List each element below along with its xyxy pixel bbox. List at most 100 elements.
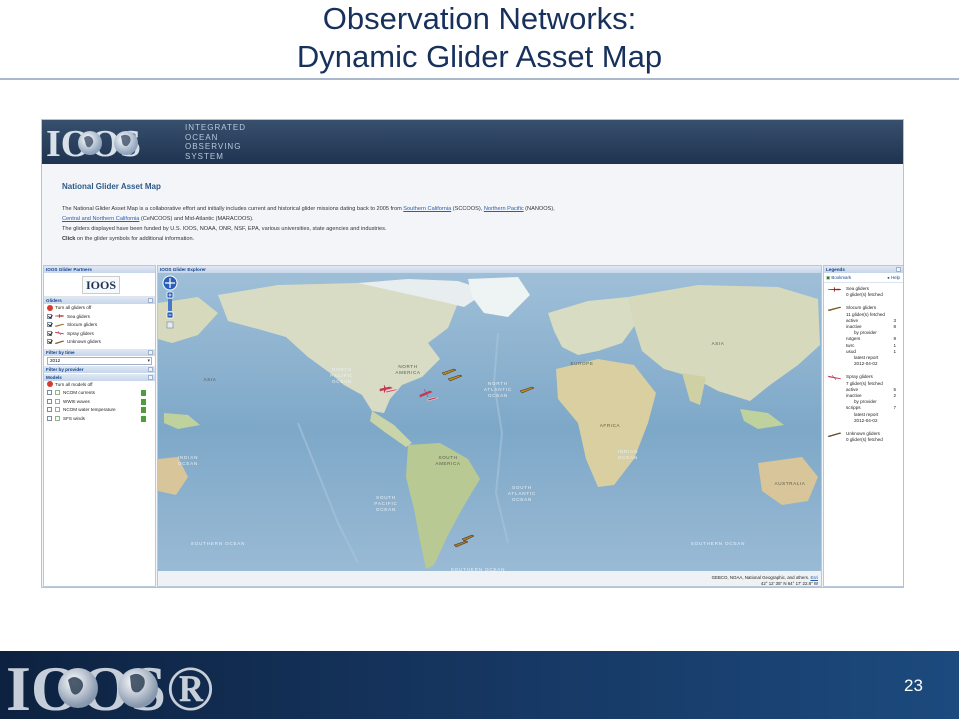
label-asia-left: ASIA xyxy=(204,377,217,382)
label-asia-right: ASIA xyxy=(712,341,725,346)
slide-footer: IOOS® xyxy=(0,651,959,719)
site-header: IOOS INTEGRATED OCEAN OBSERVING SYSTEM xyxy=(42,120,903,164)
turn-off-gliders-button[interactable]: Turn all gliders off xyxy=(44,304,155,313)
slide: Observation Networks: Dynamic Glider Ass… xyxy=(0,0,959,719)
power-off-icon xyxy=(47,381,53,388)
collapse-icon[interactable] xyxy=(148,349,153,355)
spray-glider-icon xyxy=(828,375,841,381)
layer-icon xyxy=(55,398,60,404)
checkbox[interactable] xyxy=(47,339,52,345)
page-number: 23 xyxy=(904,676,923,695)
bookmark-icon: ▣ xyxy=(826,275,831,280)
models-header[interactable]: Models xyxy=(44,373,155,381)
checkbox[interactable] xyxy=(47,322,52,328)
legend-sea-gliders: Sea gliders 0 glider(s) fetched xyxy=(824,283,903,298)
checkbox[interactable] xyxy=(47,398,52,404)
glider-toggle-spray[interactable]: Spray gliders xyxy=(44,330,155,339)
download-icon[interactable] xyxy=(141,407,146,413)
collapse-icon[interactable] xyxy=(148,366,153,372)
glider-map-screenshot: IOOS INTEGRATED OCEAN OBSERVING SYSTEM N… xyxy=(41,119,904,588)
label-north-atlantic: NORTH ATLANTIC OCEAN xyxy=(484,381,512,398)
label-north-pacific: NORTH PACIFIC OCEAN xyxy=(330,367,353,384)
label-indian-ocean-left: INDIAN OCEAN xyxy=(178,455,198,466)
footer-ioos-logo: IOOS® xyxy=(6,653,214,718)
bookmark-button[interactable]: ▣ Bookmark xyxy=(826,275,851,280)
unknown-glider-icon xyxy=(828,432,841,438)
layer-icon xyxy=(55,407,60,413)
filter-provider-header[interactable]: Filter by provider xyxy=(44,365,155,373)
partners-header[interactable]: IOOS Glider Partners xyxy=(44,266,155,273)
site-org-name: INTEGRATED OCEAN OBSERVING SYSTEM xyxy=(185,123,246,161)
label-north-america: NORTH AMERICA xyxy=(395,364,420,375)
link-central-northern-california[interactable]: Central and Northern California xyxy=(62,216,139,222)
link-southern-california[interactable]: Southern California xyxy=(403,206,451,212)
legend-unknown-gliders: Unknown gliders 0 glider(s) fetched xyxy=(824,428,903,443)
footer-logo-text: IOOS® xyxy=(6,653,214,718)
download-icon[interactable] xyxy=(141,390,146,396)
label-southern-ocean-left: SOUTHERN OCEAN xyxy=(191,541,246,546)
link-northern-pacific[interactable]: Northern Pacific xyxy=(484,206,524,212)
label-australia: AUSTRALIA xyxy=(775,481,806,486)
layer-icon xyxy=(55,415,60,421)
legend-slocum-gliders: Slocum gliders 11 glider(s) fetched acti… xyxy=(824,302,903,367)
model-toggle-ncom-currents[interactable]: NCOM currents xyxy=(44,389,155,398)
slocum-glider-icon xyxy=(828,307,841,312)
label-south-america: SOUTH AMERICA xyxy=(435,455,460,466)
glider-toggle-unknown[interactable]: Unknown gliders xyxy=(44,338,155,347)
legend-spray-gliders: Spray gliders 7 glider(s) fetched active… xyxy=(824,371,903,424)
label-africa: AFRICA xyxy=(600,423,621,428)
checkbox[interactable] xyxy=(47,330,52,336)
turn-off-models-button[interactable]: Turn all models off xyxy=(44,381,155,390)
map-attribution: GEBCO, NOAA, National Geographic, and ot… xyxy=(711,575,818,580)
slide-title-line-2: Dynamic Glider Asset Map xyxy=(296,39,663,74)
checkbox[interactable] xyxy=(47,407,52,413)
glider-toggle-sea[interactable]: Sea gliders xyxy=(44,313,155,322)
intro-section: National Glider Asset Map The National G… xyxy=(62,182,882,244)
sea-glider-icon xyxy=(55,314,64,319)
partners-logo[interactable]: IOOS xyxy=(82,276,120,294)
spray-glider-icon xyxy=(55,331,64,336)
gliders-header[interactable]: Gliders xyxy=(44,297,155,304)
world-map[interactable]: NORTH PACIFIC OCEAN NORTH ATLANTIC OCEAN SOU… xyxy=(158,273,821,586)
help-button[interactable]: ● Help xyxy=(887,273,900,283)
slide-title-line-1: Observation Networks: xyxy=(322,1,637,36)
left-panel: IOOS Glider Partners IOOS Gliders Turn a… xyxy=(43,265,156,587)
map-header: IOOS Glider Explorer xyxy=(158,266,821,273)
label-south-pacific: SOUTH PACIFIC OCEAN xyxy=(374,495,397,512)
label-southern-ocean-right: SOUTHERN OCEAN xyxy=(691,541,746,546)
year-select[interactable]: 2012 xyxy=(47,356,152,365)
label-europe: EUROPE xyxy=(570,361,593,366)
legend-panel: Legends ▣ Bookmark ● Help Sea gliders 0 … xyxy=(823,265,903,587)
label-indian-ocean: INDIAN OCEAN xyxy=(618,449,638,460)
collapse-icon[interactable] xyxy=(148,298,153,303)
glider-toggle-slocum[interactable]: Slocum gliders xyxy=(44,321,155,330)
cursor-coordinates: 42° 12' 35" N 64° 17' 22.8" W xyxy=(760,581,818,586)
title-divider xyxy=(0,78,959,80)
checkbox[interactable] xyxy=(47,313,52,319)
model-toggle-wwiii-waves[interactable]: WWIII waves xyxy=(44,398,155,407)
label-southern-ocean-mid: SOUTHERN OCEAN xyxy=(451,567,506,572)
zoom-slider[interactable] xyxy=(168,299,172,311)
filter-time-header[interactable]: Filter by time xyxy=(44,348,155,356)
model-toggle-sfs-winds[interactable]: SFS winds xyxy=(44,415,155,424)
collapse-icon[interactable] xyxy=(896,267,901,272)
slocum-glider-icon xyxy=(55,323,64,327)
layer-switcher-icon[interactable] xyxy=(166,321,174,329)
download-icon[interactable] xyxy=(141,398,146,405)
layer-icon xyxy=(55,390,60,396)
checkbox[interactable] xyxy=(47,390,52,396)
attribution-link[interactable]: Esri xyxy=(810,575,818,580)
legend-header: Legends xyxy=(824,266,903,273)
collapse-icon[interactable] xyxy=(148,374,153,380)
map-panel: IOOS Glider Explorer NORTH PACIFIC OCEAN… xyxy=(157,265,822,587)
model-toggle-ncom-temp[interactable]: NCOM water temperature xyxy=(44,406,155,415)
download-icon[interactable] xyxy=(141,415,146,422)
intro-paragraph: The National Glider Asset Map is a colla… xyxy=(62,206,555,242)
help-icon: ● xyxy=(887,275,890,280)
sea-glider-icon xyxy=(828,287,841,292)
ioos-logo[interactable]: IOOS xyxy=(44,122,182,162)
checkbox[interactable] xyxy=(47,415,52,421)
label-south-atlantic: SOUTH ATLANTIC OCEAN xyxy=(508,485,536,502)
partners-logo-area: IOOS xyxy=(44,273,155,297)
power-off-icon xyxy=(47,304,53,311)
